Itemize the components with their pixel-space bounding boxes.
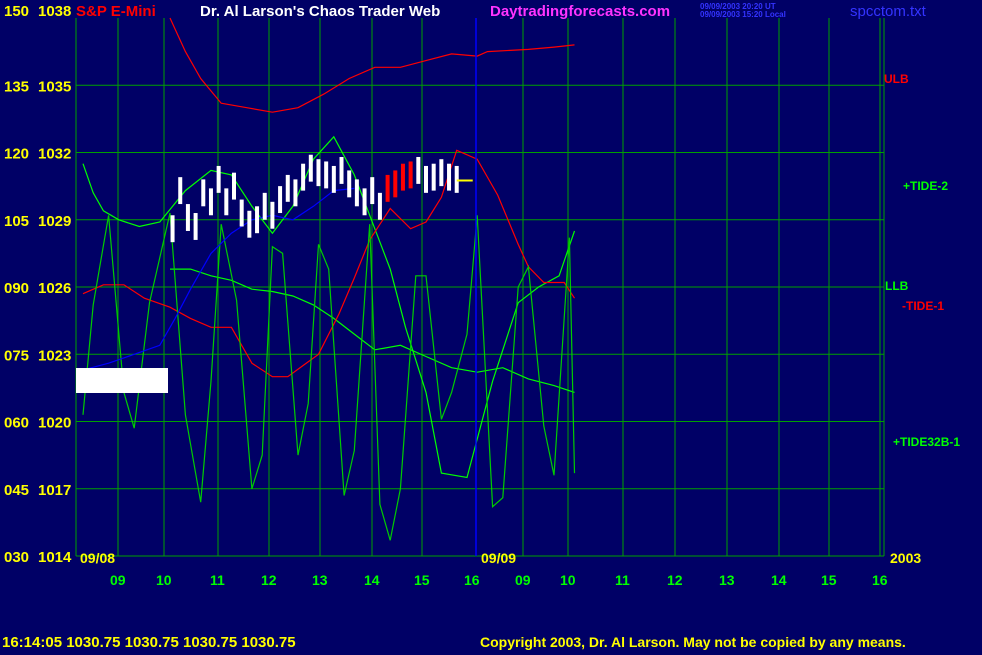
x-tick-label: 15	[821, 572, 837, 588]
price-bar	[185, 204, 190, 231]
price-bar	[208, 188, 213, 216]
price-bar	[201, 179, 206, 207]
x-tick-label: 16	[464, 572, 480, 588]
x-tick-label: 15	[414, 572, 430, 588]
y-tick-label-price: 1026	[38, 280, 71, 297]
price-bar	[285, 174, 290, 202]
x-tick-label: 12	[667, 572, 683, 588]
copyright: Copyright 2003, Dr. Al Larson. May not b…	[480, 634, 906, 650]
x-tick-label: 09	[515, 572, 531, 588]
y-top-label-left: 150	[4, 3, 29, 20]
price-bar	[224, 188, 229, 216]
legend-label-llb: LLB	[885, 279, 909, 293]
y-tick-label-price: 1023	[38, 347, 71, 364]
price-bar	[301, 163, 306, 191]
price-bar	[308, 154, 313, 182]
x-tick-label: 14	[364, 572, 380, 588]
y-tick-label-left: 090	[4, 280, 29, 297]
price-bar	[339, 156, 344, 184]
x-tick-label: 10	[560, 572, 576, 588]
price-bar	[416, 156, 421, 184]
price-bar	[178, 177, 183, 205]
x-tick-label: 11	[615, 572, 630, 588]
price-bar	[393, 170, 398, 198]
x-tick-label: 13	[312, 572, 328, 588]
price-bar	[331, 165, 336, 193]
y-tick-label-left: 120	[4, 146, 29, 163]
y-top-label-price: 1038	[38, 3, 71, 20]
chart-svg: 135 1035 120 1032 105 1029 090 1026 075 1023 060 10…	[0, 0, 982, 651]
y-tick-label-price: 1035	[38, 78, 71, 95]
price-bar	[232, 172, 236, 200]
legend-label--tide32b-1: +TIDE32B-1	[893, 435, 960, 449]
legend-label-ulb: ULB	[884, 72, 909, 86]
y-tick-label-left: 135	[4, 78, 29, 95]
price-bar	[447, 163, 452, 191]
price-bar	[239, 199, 244, 227]
x-tick-label: 13	[719, 572, 735, 588]
price-bar	[270, 201, 275, 229]
filename: spcctom.txt	[850, 3, 927, 20]
price-bar	[170, 215, 175, 243]
date-label-2: 09/09	[481, 550, 516, 566]
y-tick-label-price: 1029	[38, 213, 71, 230]
x-tick-label: 14	[771, 572, 787, 588]
price-bar	[370, 177, 375, 205]
y-tick-label-left: 060	[4, 415, 29, 432]
price-bar	[385, 174, 390, 202]
date-label-1: 09/08	[80, 550, 115, 566]
price-bar	[354, 179, 359, 207]
price-bar	[324, 161, 329, 189]
y-tick-label-price: 1017	[38, 482, 71, 499]
y-tick-label-left: 075	[4, 347, 29, 364]
x-tick-label: 10	[156, 572, 172, 588]
price-bar	[347, 170, 352, 198]
y-tick-label-left: 045	[4, 482, 29, 499]
site-link[interactable]: Daytradingforecasts.com	[490, 3, 670, 20]
y-tick-label-price: 1020	[38, 415, 71, 432]
price-bar	[439, 159, 444, 187]
y-tick-label-left: 030	[4, 549, 29, 566]
price-bar	[193, 213, 198, 240]
price-bar	[216, 165, 221, 193]
price-bar	[293, 179, 298, 207]
x-tick-label: 16	[872, 572, 888, 588]
price-bar	[431, 163, 436, 191]
price-bar	[454, 165, 459, 193]
price-bar	[262, 192, 267, 220]
price-bar	[247, 210, 252, 238]
price-bar	[400, 163, 405, 191]
x-tick-label: 09	[110, 572, 126, 588]
last-quote: 16:14:05 1030.75 1030.75 1030.75 1030.75	[2, 634, 296, 650]
price-bar	[362, 188, 367, 216]
price-bar	[255, 206, 260, 234]
y-tick-label-price: 1014	[38, 549, 72, 566]
price-bar	[278, 186, 283, 214]
timestamp-local: 09/09/2003 15:20 Local	[700, 10, 786, 19]
opening-range-box	[76, 368, 168, 393]
legend-label--tide-2: +TIDE-2	[903, 179, 948, 193]
x-tick-label: 11	[210, 572, 225, 588]
legend-label--tide-1: -TIDE-1	[902, 299, 944, 313]
price-bar	[424, 165, 428, 193]
instrument-title: S&P E-Mini	[76, 3, 156, 20]
price-bar	[408, 161, 413, 189]
price-bar	[316, 159, 321, 187]
chart: 135 1035 120 1032 105 1029 090 1026 075 1023 060 10…	[0, 0, 982, 651]
x-tick-label: 12	[261, 572, 277, 588]
price-bar	[377, 192, 382, 220]
y-tick-label-left: 105	[4, 213, 29, 230]
chart-title: Dr. Al Larson's Chaos Trader Web	[200, 3, 440, 20]
y-tick-label-price: 1032	[38, 146, 71, 163]
year-label: 2003	[890, 550, 921, 566]
